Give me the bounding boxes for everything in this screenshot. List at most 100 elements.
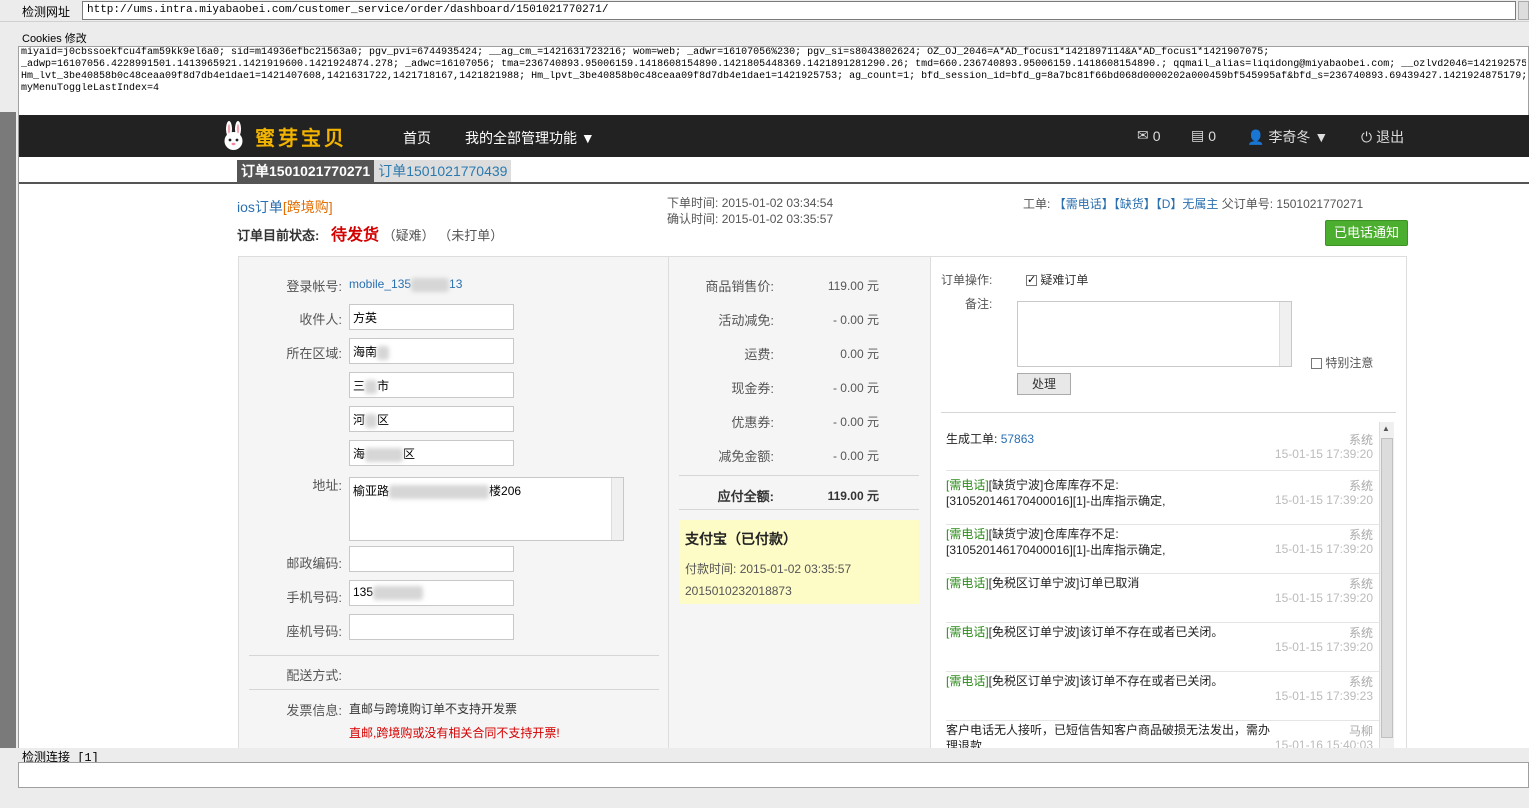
url-go-button[interactable] [1518, 1, 1529, 20]
order-source-label[interactable]: ios订单 [237, 199, 283, 215]
log-entry: [需电话][缺货宁波]仓库库存不足: [310520146170400016][1… [946, 477, 1381, 525]
left-strip [0, 112, 16, 748]
price-row-label: 运费: [744, 347, 774, 362]
ticket-label: 工单: [1023, 197, 1051, 211]
process-button[interactable]: 处理 [1017, 373, 1071, 395]
site-logo[interactable]: 蜜芽宝贝 [221, 121, 347, 151]
ticket-link[interactable]: 57863 [1001, 432, 1034, 446]
log-text-detail: [310520146170400016][1]-出库指示确定, [946, 494, 1166, 508]
landline-input[interactable] [349, 614, 514, 640]
log-text: 生成工单: 57863 [946, 431, 1276, 447]
tab-divider [19, 182, 1529, 184]
log-author: 系统 [1348, 528, 1373, 542]
parent-order-label: 父订单号: [1221, 197, 1274, 211]
log-author: 系统 [1348, 479, 1373, 493]
invoice-note: 直邮与跨境购订单不支持开发票 [349, 702, 518, 716]
difficult-checkbox[interactable]: 疑难订单 [1026, 271, 1088, 288]
parent-order-no: 1501021770271 [1276, 197, 1364, 211]
log-time: 15-01-15 17:39:20 [1274, 591, 1373, 605]
log-text-a: 生成工单: [946, 432, 998, 446]
note-scrollbar[interactable] [1279, 302, 1291, 366]
pay-time: 2015-01-02 03:35:57 [739, 562, 852, 576]
status-extra-difficult: （疑难） [382, 228, 435, 243]
checkbox-icon [1026, 273, 1037, 287]
order-tabs: 订单1501021770271 订单1501021770439 [237, 160, 512, 182]
connection-log-box[interactable] [18, 762, 1529, 788]
invoice-label: 发票信息: [286, 703, 342, 718]
price-row-label: 优惠券: [731, 415, 774, 430]
pay-method: 支付宝（已付款） [685, 531, 797, 547]
price-row-value: - 0.00 元 [832, 381, 879, 395]
log-text-main: [缺货宁波]仓库库存不足: [988, 527, 1119, 541]
nav-home[interactable]: 首页 [403, 128, 431, 148]
log-entry: [需电话][缺货宁波]仓库库存不足: [310520146170400016][1… [946, 526, 1381, 574]
scroll-up-icon[interactable]: ▲ [1382, 424, 1390, 433]
province-select[interactable]: 海南 [349, 338, 514, 364]
scroll-thumb[interactable] [1381, 438, 1393, 738]
redacted-mask [365, 379, 378, 394]
nav-all-functions[interactable]: 我的全部管理功能 ▼ [465, 128, 595, 148]
subdistrict-select[interactable]: 海区 [349, 440, 514, 466]
price-row-value: - 0.00 元 [832, 449, 879, 463]
city-select[interactable]: 三市 [349, 372, 514, 398]
receiver-input[interactable]: 方英 [349, 304, 514, 330]
log-author: 系统 [1348, 626, 1373, 640]
cookie-line: myMenuToggleLastIndex=4 [21, 83, 160, 94]
account-value[interactable]: mobile_135 13 [349, 277, 462, 292]
city-value-a: 三 [353, 379, 366, 393]
zip-label: 邮政编码: [286, 556, 342, 571]
district-value-a: 河 [353, 413, 366, 427]
mail-count: 0 [1152, 127, 1161, 144]
log-text-main: [缺货宁波]仓库库存不足: [988, 478, 1119, 492]
logout-label: 退出 [1376, 129, 1405, 145]
doc-counter[interactable]: ▤ 0 [1191, 127, 1216, 144]
log-tag: [需电话] [946, 527, 989, 541]
log-tag: [需电话] [946, 674, 989, 688]
mail-icon: ✉ [1137, 127, 1149, 143]
cookie-panel: Cookies 修改 miyaid=j0cbssoekfcu4fam59kk9e… [0, 22, 1529, 132]
log-entry: [需电话][免税区订单宁波]该订单不存在或者已关闭。 系统 15-01-15 1… [946, 673, 1381, 721]
log-scrollbar[interactable]: ▲ [1379, 422, 1394, 748]
price-row-value: - 0.00 元 [832, 313, 879, 327]
url-input[interactable]: http://ums.intra.miyabaobei.com/customer… [82, 1, 1516, 20]
mail-counter[interactable]: ✉ 0 [1137, 127, 1161, 144]
log-text: [需电话][免税区订单宁波]该订单不存在或者已关闭。 [946, 624, 1276, 640]
address-suffix: 楼206 [489, 484, 522, 498]
price-row-value: - 0.00 元 [832, 415, 879, 429]
logout-link[interactable]: ⏻ 退出 [1361, 127, 1404, 147]
log-tag: [需电话] [946, 576, 989, 590]
mobile-input[interactable]: 135 [349, 580, 514, 606]
log-text-main: [免税区订单宁波]订单已取消 [988, 576, 1140, 590]
log-entry: [需电话][免税区订单宁波]该订单不存在或者已关闭。 系统 15-01-15 1… [946, 624, 1381, 672]
status-label: 订单目前状态: [237, 228, 320, 243]
address-textarea[interactable]: 榆亚路 楼206 [349, 477, 624, 541]
note-textarea[interactable] [1017, 301, 1292, 367]
address-scrollbar[interactable] [611, 478, 623, 540]
redacted-mask [365, 447, 404, 462]
cookies-label[interactable]: Cookies 修改 [22, 30, 87, 46]
confirm-time-label: 确认时间: [667, 212, 719, 226]
logo-text: 蜜芽宝贝 [255, 125, 347, 150]
order-source: ios订单[跨境购] [237, 197, 333, 217]
document-icon: ▤ [1191, 127, 1205, 143]
delivery-label: 配送方式: [286, 668, 342, 683]
account-suffix: 13 [449, 277, 463, 291]
district-value-b: 区 [377, 413, 390, 427]
tab-order-1[interactable]: 订单1501021770271 [237, 160, 375, 182]
operations-panel: 订单操作: 疑难订单 备注: 特别注意 处理 生成工单: 57863 系统 15… [930, 256, 1407, 748]
status-bar: 检测连接 [1] [0, 748, 1529, 765]
district-select[interactable]: 河区 [349, 406, 514, 432]
price-row-label: 现金券: [731, 381, 774, 396]
user-menu[interactable]: 👤 李奇冬 ▼ [1247, 127, 1328, 147]
zip-input[interactable] [349, 546, 514, 572]
top-navbar: 蜜芽宝贝 首页 我的全部管理功能 ▼ ✉ 0 ▤ 0 👤 李奇冬 ▼ ⏻ 退出 [19, 115, 1529, 157]
redacted-mask [365, 413, 378, 428]
phone-notified-button[interactable]: 已电话通知 [1325, 220, 1408, 246]
op-label: 订单操作: [941, 273, 993, 287]
log-time: 15-01-15 17:39:20 [1274, 640, 1373, 654]
tab-order-2[interactable]: 订单1501021770439 [374, 160, 512, 182]
url-bar: 检测网址 http://ums.intra.miyabaobei.com/cus… [0, 0, 1529, 22]
special-label: 特别注意 [1325, 356, 1374, 370]
special-checkbox[interactable]: 特别注意 [1311, 354, 1373, 371]
ticket-tags[interactable]: 【需电话】【缺货】【D】无属主 [1054, 197, 1219, 211]
